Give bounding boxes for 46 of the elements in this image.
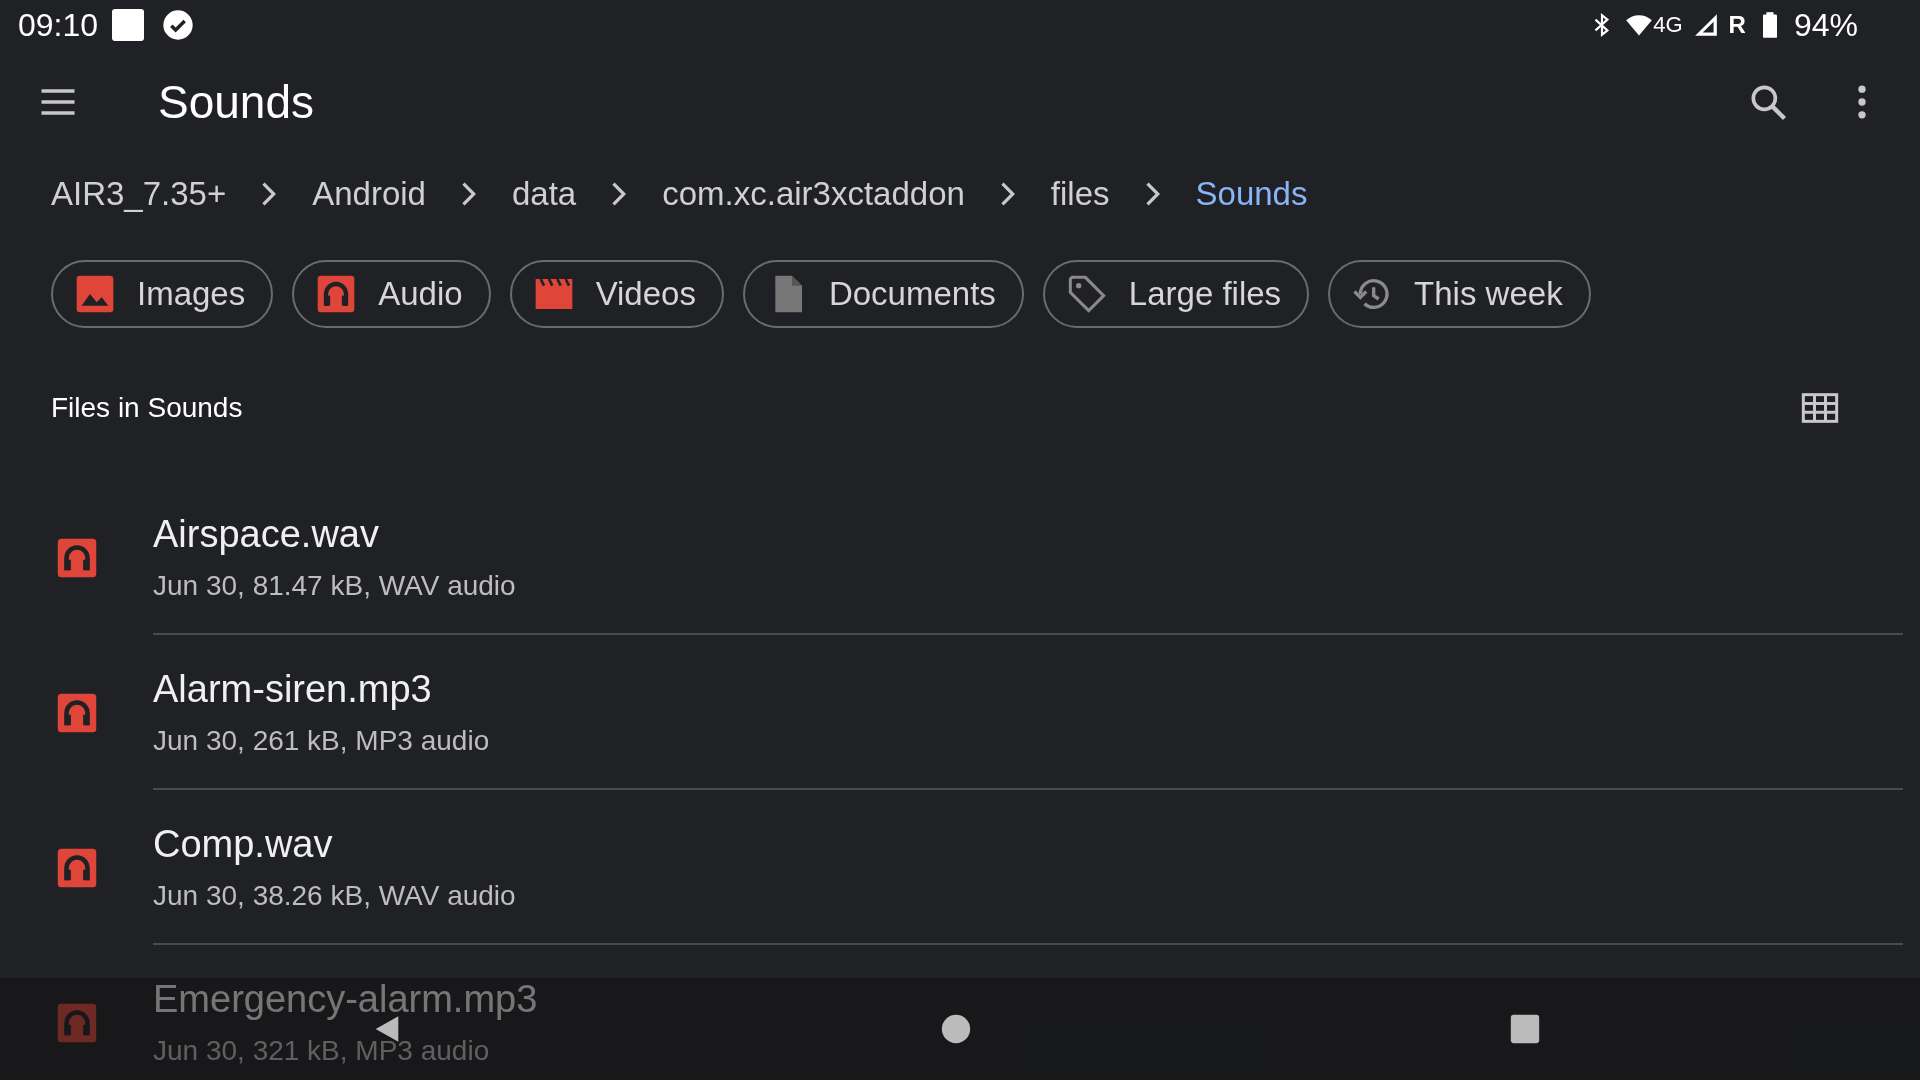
headphones-icon <box>56 1001 98 1044</box>
chevron-right-icon <box>612 182 627 206</box>
roaming-indicator: R <box>1728 11 1746 39</box>
headphones-icon <box>56 846 98 889</box>
headphones-icon <box>316 274 357 314</box>
status-time: 09:10 <box>18 6 99 44</box>
file-row[interactable]: Airspace.wav Jun 30, 81.47 kB, WAV audio <box>0 480 1920 635</box>
breadcrumb[interactable]: Sounds <box>1195 175 1308 213</box>
breadcrumb[interactable]: Android <box>312 175 426 213</box>
chevron-right-icon <box>1145 182 1160 206</box>
file-name: Comp.wav <box>153 823 334 866</box>
battery-percentage: 94% <box>1793 6 1858 44</box>
section-title: Files in Sounds <box>51 392 243 424</box>
app-title: Sounds <box>158 75 314 129</box>
file-details: Jun 30, 81.47 kB, WAV audio <box>153 570 516 602</box>
breadcrumb[interactable]: com.xc.air3xctaddon <box>662 175 965 213</box>
file-name: Alarm-siren.mp3 <box>153 668 433 711</box>
filter-chip[interactable]: Videos <box>509 260 724 328</box>
network-type: 4G <box>1653 12 1683 38</box>
file-details: Jun 30, 261 kB, MP3 audio <box>153 725 490 757</box>
file-name: Airspace.wav <box>153 513 380 556</box>
image-icon <box>75 274 115 314</box>
headphones-icon <box>56 536 98 579</box>
file-row[interactable]: Comp.wav Jun 30, 38.26 kB, WAV audio <box>0 790 1920 945</box>
file-details: Jun 30, 321 kB, MP3 audio <box>153 1035 491 1067</box>
breadcrumb[interactable]: data <box>511 175 577 213</box>
tag-icon <box>1066 274 1107 314</box>
file-name: Emergency-alarm.mp3 <box>153 978 538 1021</box>
file-row[interactable]: Alarm-siren.mp3 Jun 30, 261 kB, MP3 audio <box>0 635 1920 790</box>
home-icon[interactable] <box>939 1012 973 1046</box>
filter-chip[interactable]: Large files <box>1042 260 1310 328</box>
breadcrumb[interactable]: files <box>1050 175 1110 213</box>
filter-chip[interactable]: Audio <box>292 260 491 328</box>
chevron-right-icon <box>262 182 277 206</box>
headphones-icon <box>56 691 98 734</box>
file-details: Jun 30, 38.26 kB, WAV audio <box>153 880 516 912</box>
check-circle-icon <box>162 9 195 41</box>
signal-icon <box>1692 12 1719 38</box>
filter-chip[interactable]: Documents <box>742 260 1024 328</box>
square-notification-icon <box>112 9 145 41</box>
breadcrumb[interactable]: AIR3_7.35+ <box>51 175 227 213</box>
chevron-right-icon <box>1000 182 1015 206</box>
filter-chip[interactable]: Images <box>51 260 274 328</box>
recents-icon[interactable] <box>1508 1012 1542 1046</box>
chevron-right-icon <box>461 182 476 206</box>
filter-chip[interactable]: This week <box>1328 260 1591 328</box>
